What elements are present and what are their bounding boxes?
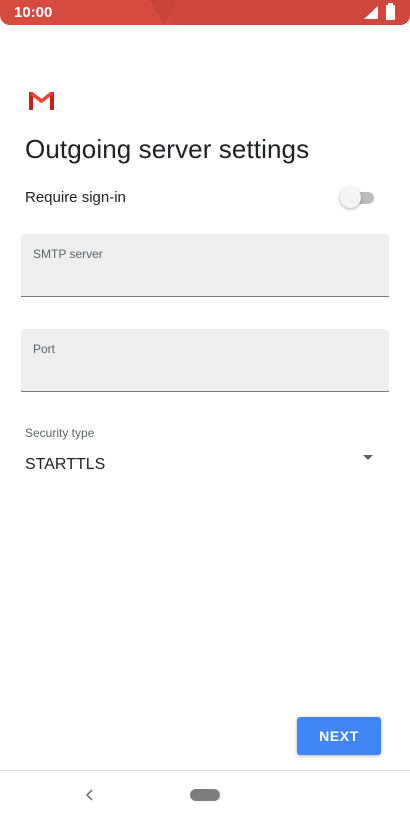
security-type-value: STARTTLS: [25, 456, 106, 473]
smtp-server-field[interactable]: SMTP server: [21, 234, 389, 297]
smtp-server-label: SMTP server: [33, 247, 103, 261]
port-label: Port: [33, 342, 56, 356]
security-type-select[interactable]: STARTTLS: [21, 446, 389, 480]
toggle-thumb: [340, 187, 361, 208]
chevron-left-icon[interactable]: [82, 786, 96, 804]
home-pill-icon[interactable]: [190, 789, 220, 801]
smtp-server-input[interactable]: [33, 264, 373, 290]
status-bar: 10:00: [0, 0, 410, 25]
next-button[interactable]: NEXT: [297, 717, 381, 755]
require-signin-row: Require sign-in: [25, 187, 375, 211]
status-time: 10:00: [14, 4, 53, 21]
page-title: Outgoing server settings: [25, 134, 310, 164]
nav-divider: [0, 770, 410, 771]
require-signin-toggle[interactable]: [340, 187, 374, 209]
port-input[interactable]: [33, 359, 373, 385]
security-type-label: Security type: [25, 426, 95, 440]
require-signin-label: Require sign-in: [25, 189, 126, 206]
dropdown-arrow-icon: [363, 455, 373, 460]
signal-icon: [364, 6, 378, 19]
battery-icon: [386, 3, 395, 20]
port-field[interactable]: Port: [21, 329, 389, 392]
gmail-logo-icon: [29, 91, 54, 110]
